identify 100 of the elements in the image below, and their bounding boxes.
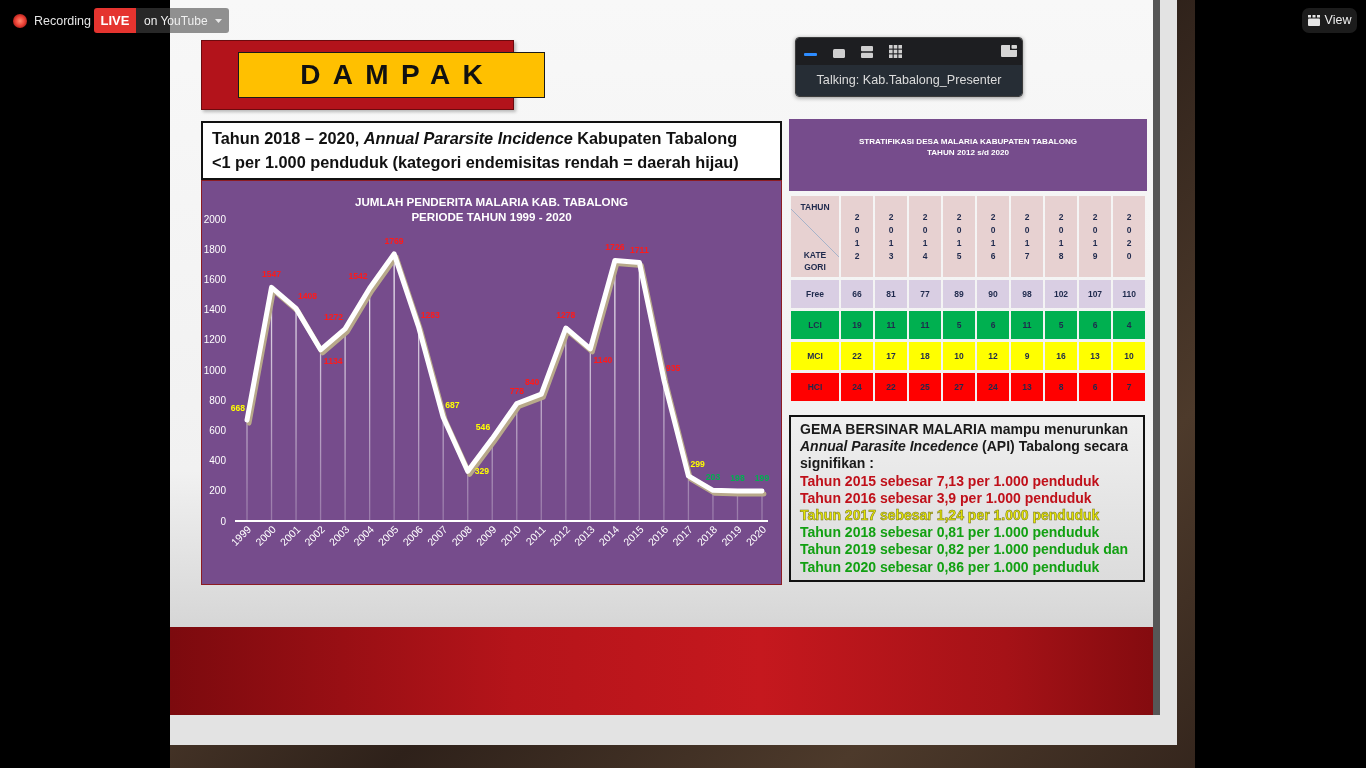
data-label: 1134 — [323, 355, 343, 366]
year-header-cell: 2017 — [1011, 196, 1043, 277]
corner-bottom-label: KATE GORI — [802, 249, 828, 273]
table-cell: 8 — [1045, 373, 1077, 401]
data-label: 1726 — [605, 242, 625, 253]
table-cell: 81 — [875, 280, 907, 308]
table-cell: 98 — [1011, 280, 1043, 308]
table-cell: 6 — [1079, 311, 1111, 339]
view-menu-button[interactable]: View — [1302, 8, 1357, 33]
table-cell: 10 — [1113, 342, 1145, 370]
summary-line: Tahun 2018 sebesar 0,81 per 1.000 penduduk — [800, 524, 1101, 542]
y-axis-label: 400 — [209, 455, 226, 467]
year-header-cell: 2014 — [909, 196, 941, 277]
stacked-rectangles-icon[interactable] — [861, 46, 873, 58]
table-cell: 24 — [841, 373, 873, 401]
table-cell: 107 — [1079, 280, 1111, 308]
chart-title: JUMLAH PENDERITA MALARIA KAB. TABALONG PERIODE TAHUN 1999 - 2020 — [353, 194, 630, 224]
data-label: 668 — [230, 403, 245, 414]
table-cell: 13 — [1079, 342, 1111, 370]
year-header-cell: 2016 — [977, 196, 1009, 277]
table-title: STRATIFIKASI DESA MALARIA KABUPATEN TABALONG — [857, 136, 1079, 147]
y-axis-label: 600 — [209, 424, 226, 436]
data-label: 1711 — [630, 244, 649, 255]
grid-icon[interactable] — [889, 45, 902, 58]
table-cell: 6 — [977, 311, 1009, 339]
year-header-cell: 2012 — [841, 196, 873, 277]
row-label-cell: HCI — [791, 373, 839, 401]
summary-line: Tahun 2017 sebesar 1,24 per 1.000 penduduk — [800, 507, 1101, 525]
data-label: 840 — [524, 377, 540, 388]
y-axis-label: 800 — [209, 394, 226, 406]
y-axis-label: 0 — [220, 515, 226, 527]
calendar-icon — [1307, 15, 1320, 26]
talking-indicator: Talking: Kab.Tabalong_Presenter — [796, 65, 1022, 96]
table-cell: 17 — [875, 342, 907, 370]
data-label: 1547 — [261, 269, 282, 280]
y-axis-label: 2000 — [203, 213, 226, 225]
table-cell: 12 — [977, 342, 1009, 370]
data-label: 1278 — [556, 310, 576, 320]
caret-icon — [214, 18, 222, 23]
year-header-cell: 2020 — [1113, 196, 1145, 277]
data-label: 778 — [509, 385, 524, 396]
table-cell: 18 — [909, 342, 941, 370]
table-cell: 11 — [875, 311, 907, 339]
slide-title: DAMPAK — [238, 52, 545, 98]
table-cell: 25 — [909, 373, 941, 401]
table-cell: 110 — [1113, 280, 1145, 308]
y-axis-label: 1000 — [203, 364, 226, 376]
data-label: 935 — [665, 362, 681, 373]
data-label: 1542 — [348, 271, 368, 282]
table-cell: 4 — [1113, 311, 1145, 339]
data-label: 299 — [690, 458, 705, 469]
summary-line: Tahun 2016 sebesar 3,9 per 1.000 penduduk — [800, 489, 1093, 507]
table-cell: 16 — [1045, 342, 1077, 370]
table-cell: 22 — [841, 342, 873, 370]
summary-text: GEMA BERSINAR MALARIA mampu menurunkan Annual Parasite Incedence (API) Tabalong secara signifikan : — [800, 421, 1130, 473]
y-axis-label: 1800 — [203, 243, 226, 255]
data-label: 546 — [475, 421, 491, 432]
data-label: 203 — [705, 472, 721, 483]
row-label-cell: Free — [791, 280, 839, 308]
data-label: 198 — [730, 473, 745, 484]
data-label: 1408 — [298, 291, 318, 302]
corner-top-label: TAHUN — [800, 201, 830, 214]
table-cell: 22 — [875, 373, 907, 401]
y-axis-label: 1200 — [203, 334, 226, 346]
data-label: 687 — [445, 400, 460, 411]
data-label: 1272 — [323, 311, 344, 322]
year-header-cell: 2019 — [1079, 196, 1111, 277]
table-cell: 77 — [909, 280, 941, 308]
recording-label: Recording — [34, 13, 91, 30]
y-axis-label: 1400 — [203, 304, 226, 316]
table-cell: 90 — [977, 280, 1009, 308]
year-header-cell: 2015 — [943, 196, 975, 277]
table-cell: 7 — [1113, 373, 1145, 401]
data-label: 1769 — [384, 235, 404, 246]
live-indicator: LIVE — [94, 8, 136, 33]
table-cell: 11 — [909, 311, 941, 339]
table-cell: 24 — [977, 373, 1009, 401]
data-label: 1140 — [593, 354, 613, 365]
table-cell: 66 — [841, 280, 873, 308]
table-cell: 89 — [943, 280, 975, 308]
year-header-cell: 2013 — [875, 196, 907, 277]
table-cell: 13 — [1011, 373, 1043, 401]
table-cell: 5 — [1045, 311, 1077, 339]
summary-line: Tahun 2019 sebesar 0,82 per 1.000 penduduk dan — [800, 541, 1130, 559]
y-axis-label: 200 — [209, 485, 226, 497]
recording-dot-icon — [13, 14, 27, 29]
data-label: 1283 — [420, 310, 440, 321]
summary-line: Tahun 2020 sebesar 0,86 per 1.000 penduduk — [800, 558, 1101, 576]
table-cell: 11 — [1011, 311, 1043, 339]
table-cell: 27 — [943, 373, 975, 401]
row-label-cell: MCI — [791, 342, 839, 370]
y-axis-label: 1600 — [203, 273, 226, 285]
year-header-cell: 2018 — [1045, 196, 1077, 277]
data-label: 199 — [754, 473, 770, 483]
table-cell: 6 — [1079, 373, 1111, 401]
row-label-cell: LCI — [791, 311, 839, 339]
table-cell: 102 — [1045, 280, 1077, 308]
window-corner-icon[interactable] — [1001, 45, 1017, 57]
table-cell: 19 — [841, 311, 873, 339]
table-cell: 5 — [943, 311, 975, 339]
